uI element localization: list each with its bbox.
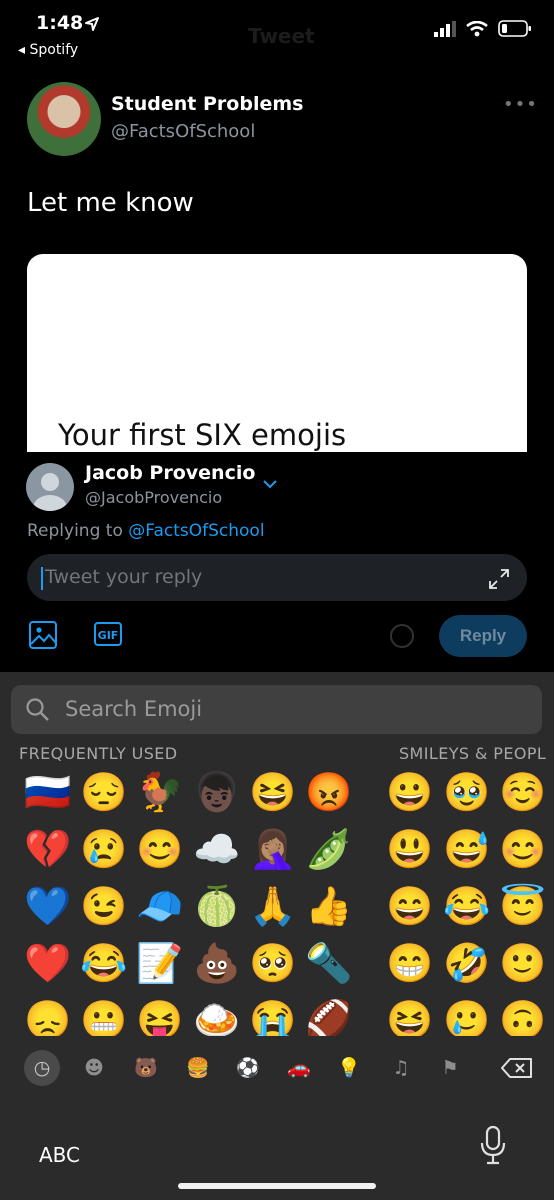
emoji-key[interactable]: 🍈 [190,880,244,934]
abc-keyboard-button[interactable]: ABC [39,1143,80,1167]
replying-to: Replying to @FactsOfSchool [27,521,265,541]
emoji-key[interactable]: 😂 [440,880,494,934]
emoji-key[interactable]: 🫛 [302,823,356,877]
gif-button[interactable]: GIF [94,622,122,646]
emoji-key[interactable]: 😃 [383,823,437,877]
user-avatar [26,463,74,511]
emoji-key[interactable]: 📝 [133,937,187,991]
media-caption: Your first SIX emojis [58,418,347,452]
page-title: Tweet [248,24,315,48]
emoji-key[interactable]: 🤦🏽‍♀️ [246,823,300,877]
image-icon[interactable] [28,620,58,650]
home-indicator[interactable] [178,1183,376,1189]
emoji-key[interactable]: 💩 [190,937,244,991]
emoji-key[interactable]: 😞 [21,994,75,1036]
author-handle[interactable]: @FactsOfSchool [111,121,255,142]
reply-button[interactable]: Reply [439,615,527,657]
emoji-key[interactable]: ☺️ [496,766,550,820]
emoji-key[interactable]: 😁 [383,937,437,991]
text-cursor [41,567,43,590]
emoji-key[interactable]: 🥲 [440,994,494,1036]
emoji-key[interactable]: 😉 [77,880,131,934]
microphone-icon[interactable] [480,1125,506,1165]
emoji-key[interactable]: 😝 [133,994,187,1036]
flags-icon[interactable]: ⚑ [432,1050,468,1086]
emoji-key[interactable]: 👦🏿 [190,766,244,820]
emoji-key[interactable]: 😅 [440,823,494,877]
emoji-key[interactable]: 😬 [77,994,131,1036]
emoji-key[interactable]: 😂 [77,937,131,991]
emoji-key[interactable]: 🍛 [190,994,244,1036]
back-to-app-link[interactable]: ◂ Spotify [18,42,78,58]
tweet-text: Let me know [27,188,194,218]
replying-prefix: Replying to [27,521,123,541]
search-icon [26,698,49,721]
emoji-key[interactable]: 🏈 [302,994,356,1036]
recent-icon[interactable]: ◷ [24,1050,60,1086]
user-handle: @JacobProvencio [85,488,223,507]
emoji-key[interactable]: 🙂 [496,937,550,991]
emoji-key[interactable]: 😀 [383,766,437,820]
author-name[interactable]: Student Problems [111,93,303,115]
reply-placeholder[interactable]: Tweet your reply [45,566,202,588]
emoji-key[interactable]: ❤️ [21,937,75,991]
emoji-key[interactable]: 🙃 [496,994,550,1036]
emoji-key[interactable]: 🥹 [440,766,494,820]
more-options-icon[interactable]: ••• [503,94,538,115]
objects-icon[interactable]: 💡 [331,1050,367,1086]
character-count-ring [390,624,414,648]
section-smileys-people: SMILEYS & PEOPL [399,744,547,763]
emoji-key[interactable]: 😆 [383,994,437,1036]
emoji-key[interactable]: 😔 [77,766,131,820]
emoji-key[interactable]: 😭 [246,994,300,1036]
battery-icon [498,20,531,37]
emoji-key[interactable]: 🥺 [246,937,300,991]
travel-icon[interactable]: 🚗 [281,1050,317,1086]
emoji-key[interactable]: ☁️ [190,823,244,877]
emoji-key[interactable]: 🙏 [246,880,300,934]
emoji-key[interactable]: 👍 [302,880,356,934]
activity-icon[interactable]: ⚽ [230,1050,266,1086]
replying-handle-link[interactable]: @FactsOfSchool [128,521,264,541]
smiley-icon[interactable]: ☻ [76,1050,112,1086]
section-frequently-used: FREQUENTLY USED [19,744,178,763]
user-name: Jacob Provencio [85,462,256,484]
wifi-icon [466,20,488,36]
default-avatar-icon [33,473,67,511]
emoji-search-placeholder[interactable]: Search Emoji [65,697,202,721]
signal-icon [434,20,456,37]
emoji-key[interactable]: 🤣 [440,937,494,991]
animal-icon[interactable]: 🐻 [128,1050,164,1086]
status-time: 1:48 [36,12,84,34]
author-avatar[interactable] [27,82,101,156]
emoji-key[interactable]: 😊 [496,823,550,877]
delete-key-icon[interactable] [500,1057,534,1079]
emoji-key[interactable]: 🔦 [302,937,356,991]
emoji-key[interactable]: 🧢 [133,880,187,934]
symbols-icon[interactable]: ♫ [383,1050,419,1086]
emoji-key[interactable]: 🐓 [133,766,187,820]
emoji-key[interactable]: 💔 [21,823,75,877]
emoji-grid: 🇷🇺 😔 🐓 👦🏿 😆 😡 💔 😢 😊 ☁️ 🤦🏽‍♀️ 🫛 💙 😉 🧢 🍈 🙏 👍 ❤️ 😂 📝 💩 🥺 🔦 😞 😬 😝 🍛 😭 🏈 😀 🥹… [0,762,554,1036]
emoji-key[interactable]: 😢 [77,823,131,877]
status-icons [434,20,532,37]
emoji-key[interactable]: 💙 [21,880,75,934]
emoji-key[interactable]: 😆 [246,766,300,820]
expand-icon[interactable] [488,568,510,590]
emoji-key[interactable]: 😊 [133,823,187,877]
food-icon[interactable]: 🍔 [180,1050,216,1086]
emoji-key[interactable]: 😇 [496,880,550,934]
chevron-down-icon[interactable] [262,478,278,490]
emoji-key[interactable]: 🇷🇺 [21,766,75,820]
emoji-key[interactable]: 😡 [302,766,356,820]
emoji-category-bar: ◷ ☻ 🐻 🍔 ⚽ 🚗 💡 ♫ ⚑ [0,1042,554,1092]
location-arrow-icon [85,17,99,31]
emoji-key[interactable]: 😄 [383,880,437,934]
